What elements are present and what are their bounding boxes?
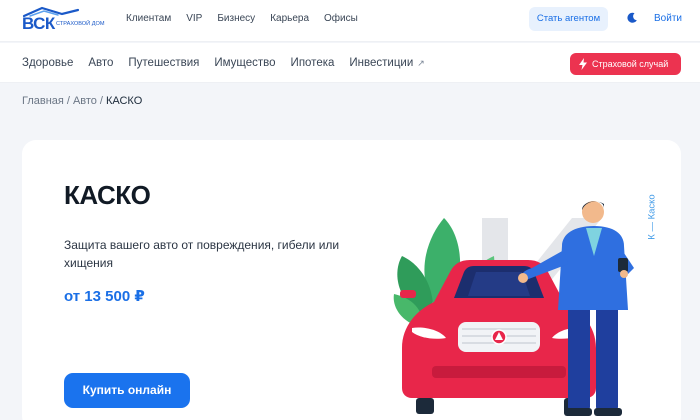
top-nav-vip[interactable]: VIP <box>186 13 202 24</box>
insurance-claim-button[interactable]: Страховой случай <box>570 53 681 75</box>
moon-icon[interactable] <box>626 12 638 24</box>
hero-price: от 13 500 ₽ <box>64 288 145 305</box>
product-nav-health[interactable]: Здоровье <box>22 57 73 69</box>
product-nav-bar: Здоровье Авто Путешествия Имущество Ипот… <box>0 43 700 83</box>
breadcrumb-auto[interactable]: Авто <box>73 95 97 107</box>
product-nav-investments: Инвестиции <box>349 57 414 69</box>
top-nav-career[interactable]: Карьера <box>270 13 309 24</box>
breadcrumb-current: КАСКО <box>105 95 143 107</box>
breadcrumb-separator: / <box>66 95 70 107</box>
breadcrumb-home[interactable]: Главная <box>22 95 64 107</box>
top-nav-clients[interactable]: Клиентам <box>126 13 171 24</box>
insurance-claim-label: Страховой случай <box>592 59 669 69</box>
page-title: КАСКО <box>64 180 151 210</box>
product-nav-property[interactable]: Имущество <box>214 57 275 69</box>
hero-description: Защита вашего авто от повреждения, гибел… <box>64 238 340 270</box>
top-nav-business[interactable]: Бизнесу <box>217 13 255 24</box>
product-nav-travel[interactable]: Путешествия <box>128 57 199 69</box>
buy-online-button[interactable]: Купить онлайн <box>64 373 190 408</box>
bolt-icon <box>579 58 587 70</box>
kasko-hero-card: КАСКО Защита вашего авто от повреждения,… <box>22 140 681 420</box>
top-nav: Клиентам VIP Бизнесу Карьера Офисы <box>126 13 358 24</box>
product-nav: Здоровье Авто Путешествия Имущество Ипот… <box>22 57 425 69</box>
car-and-agent-illustration <box>393 201 634 416</box>
vsk-logo[interactable]: ВСК страховой дом <box>22 6 105 36</box>
logo-subtitle: страховой дом <box>56 21 105 27</box>
login-button[interactable]: Войти <box>654 13 682 24</box>
product-nav-mortgage[interactable]: Ипотека <box>291 57 335 69</box>
breadcrumb-separator: / <box>99 95 103 107</box>
top-nav-offices[interactable]: Офисы <box>324 13 358 24</box>
product-nav-investments-link[interactable]: Инвестиции ↗ <box>349 57 424 69</box>
vertical-side-label: К — Каско <box>642 172 662 262</box>
logo-text: ВСК <box>22 14 55 33</box>
become-agent-button[interactable]: Стать агентом <box>529 7 608 31</box>
external-link-icon: ↗ <box>417 58 425 68</box>
side-label-text: К — Каско <box>646 194 658 240</box>
breadcrumb: Главная / Авто / КАСКО <box>22 95 142 107</box>
product-nav-auto[interactable]: Авто <box>88 57 113 69</box>
top-header: ВСК страховой дом Клиентам VIP Бизнесу К… <box>0 0 700 42</box>
